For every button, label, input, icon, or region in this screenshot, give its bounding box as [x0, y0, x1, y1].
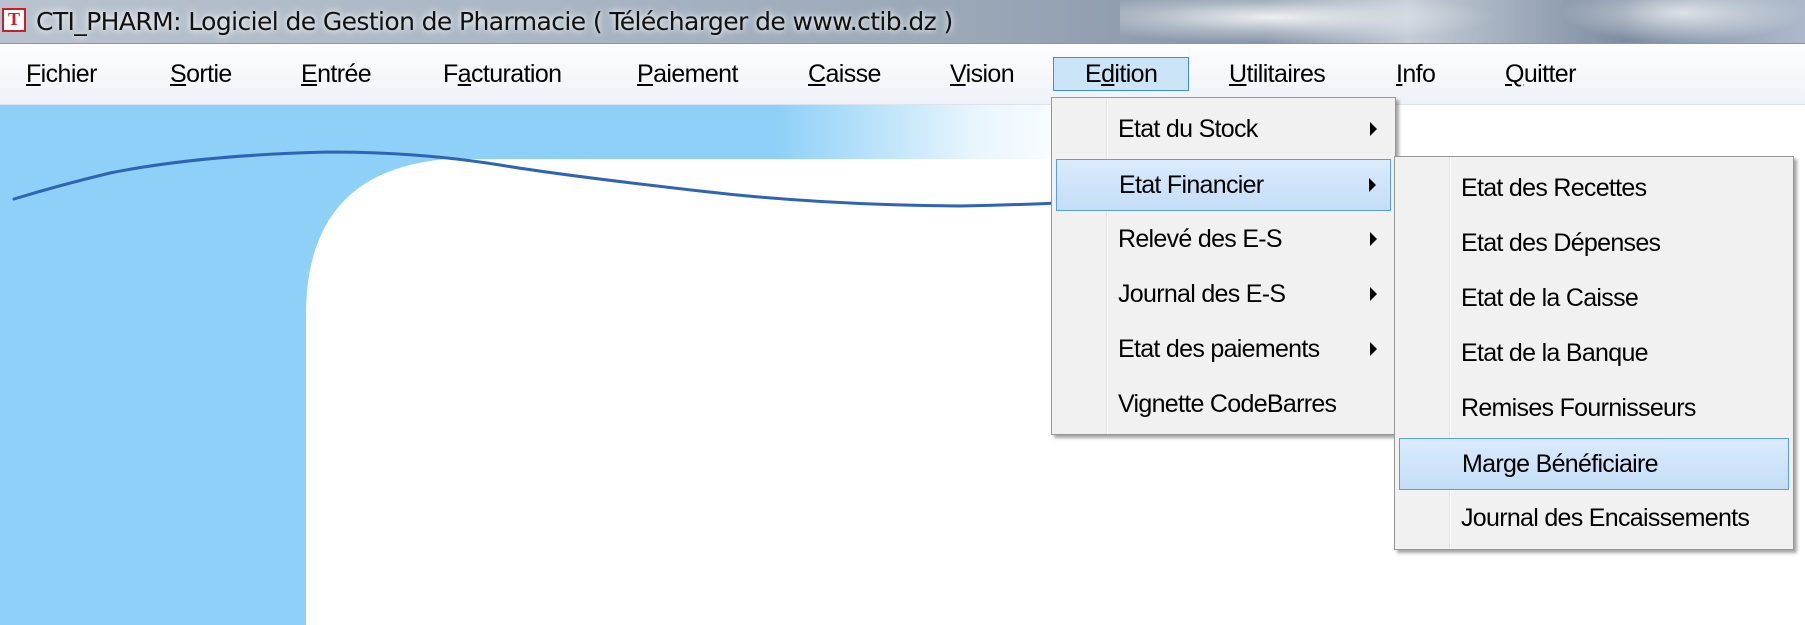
edition-menu: Etat du Stock Etat Financier Relevé des … — [1051, 97, 1396, 435]
menu-edition[interactable]: Edition — [1053, 57, 1190, 91]
menu-info[interactable]: Info — [1390, 57, 1441, 91]
submenu-arrow-icon — [1370, 287, 1377, 301]
menu-item-remises-fournisseurs[interactable]: Remises Fournisseurs — [1399, 383, 1789, 435]
menu-item-label: Remises Fournisseurs — [1461, 394, 1696, 422]
menu-item-etat-du-stock[interactable]: Etat du Stock — [1056, 104, 1391, 156]
menu-item-journal-des-encaissements[interactable]: Journal des Encaissements — [1399, 493, 1789, 545]
menu-item-label: Relevé des E-S — [1118, 225, 1283, 253]
menu-item-journal-des-es[interactable]: Journal des E-S — [1056, 269, 1391, 321]
title-bar-glass-highlight-right — [1560, 0, 1805, 43]
menu-item-label: Journal des Encaissements — [1461, 504, 1750, 532]
menu-item-label: Etat du Stock — [1118, 115, 1258, 143]
menu-caisse[interactable]: Caisse — [802, 57, 887, 91]
menu-item-label: Etat Financier — [1119, 171, 1264, 199]
menu-item-label: Marge Bénéficiaire — [1462, 450, 1659, 478]
menu-item-etat-des-recettes[interactable]: Etat des Recettes — [1399, 163, 1789, 215]
menu-item-label: Etat de la Banque — [1461, 339, 1649, 367]
menu-item-label: Etat des paiements — [1118, 335, 1320, 363]
menu-item-vignette-codebarres[interactable]: Vignette CodeBarres — [1056, 379, 1391, 431]
submenu-arrow-icon — [1370, 342, 1377, 356]
title-bar: T CTI_PHARM: Logiciel de Gestion de Phar… — [0, 0, 1805, 44]
menu-fichier[interactable]: Fichier — [20, 57, 103, 91]
menu-item-marge-beneficiaire[interactable]: Marge Bénéficiaire — [1399, 438, 1789, 490]
menu-item-etat-des-paiements[interactable]: Etat des paiements — [1056, 324, 1391, 376]
menu-item-label: Journal des E-S — [1118, 280, 1286, 308]
title-bar-glass-highlight — [1120, 0, 1500, 43]
menu-sortie[interactable]: Sortie — [164, 57, 238, 91]
menu-item-etat-financier[interactable]: Etat Financier — [1056, 159, 1391, 211]
menu-paiement[interactable]: Paiement — [631, 57, 744, 91]
app-icon[interactable]: T — [2, 8, 26, 32]
menu-item-label: Etat de la Caisse — [1461, 284, 1639, 312]
menu-item-label: Vignette CodeBarres — [1118, 390, 1337, 418]
submenu-arrow-icon — [1370, 122, 1377, 136]
etat-financier-submenu: Etat des Recettes Etat des Dépenses Etat… — [1394, 156, 1794, 550]
menu-entree[interactable]: Entrée — [295, 57, 377, 91]
menu-item-releve-des-es[interactable]: Relevé des E-S — [1056, 214, 1391, 266]
menu-vision[interactable]: Vision — [944, 57, 1020, 91]
menu-bar: Fichier Sortie Entrée Facturation Paieme… — [0, 44, 1805, 105]
menu-item-label: Etat des Recettes — [1461, 174, 1647, 202]
menu-facturation[interactable]: Facturation — [437, 57, 567, 91]
submenu-arrow-icon — [1370, 232, 1377, 246]
submenu-arrow-icon — [1369, 178, 1376, 192]
menu-item-etat-de-la-banque[interactable]: Etat de la Banque — [1399, 328, 1789, 380]
window-title: CTI_PHARM: Logiciel de Gestion de Pharma… — [36, 7, 953, 36]
menu-item-label: Etat des Dépenses — [1461, 229, 1661, 257]
menu-item-etat-des-depenses[interactable]: Etat des Dépenses — [1399, 218, 1789, 270]
menu-quitter[interactable]: Quitter — [1499, 57, 1582, 91]
menu-item-etat-de-la-caisse[interactable]: Etat de la Caisse — [1399, 273, 1789, 325]
menu-utilitaires[interactable]: Utilitaires — [1223, 57, 1331, 91]
